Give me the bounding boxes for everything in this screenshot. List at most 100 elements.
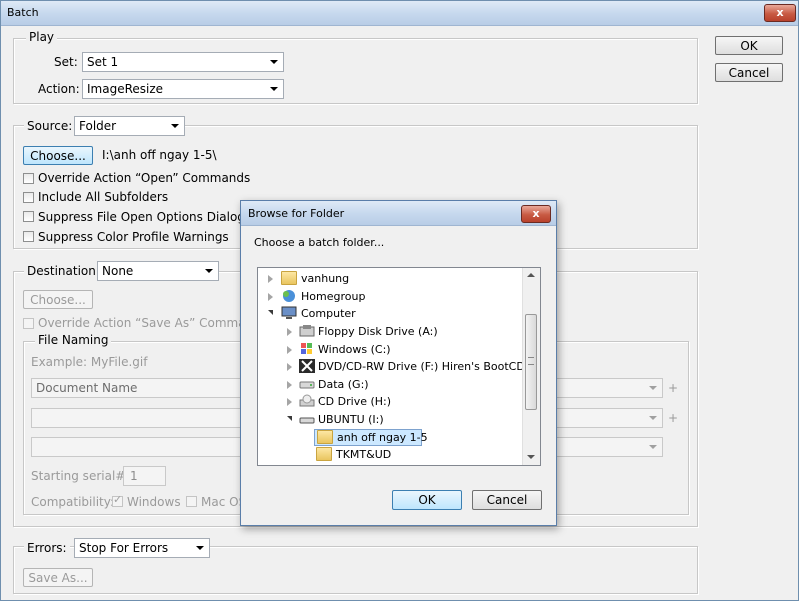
hard-drive-icon — [299, 377, 315, 391]
source-choose-button[interactable]: Choose... — [23, 146, 93, 165]
folder-icon — [317, 430, 333, 444]
dialog-close-button[interactable]: x — [521, 205, 551, 223]
file-naming-legend: File Naming — [35, 333, 112, 347]
tree-item-label: Homegroup — [301, 290, 366, 303]
close-button[interactable]: x — [764, 4, 796, 22]
close-icon: x — [532, 207, 540, 220]
include-subfolders-label: Include All Subfolders — [38, 190, 169, 204]
close-icon: x — [776, 6, 784, 19]
suppress-color-warnings-label: Suppress Color Profile Warnings — [38, 230, 229, 244]
dialog-title-bar[interactable]: Browse for Folder x — [241, 201, 556, 226]
tree-item-anh-off-ngay[interactable]: anh off ngay 1-5 — [314, 429, 428, 446]
action-select[interactable]: ImageResize — [82, 79, 284, 99]
scrollbar-thumb[interactable] — [525, 314, 537, 410]
dvd-drive-icon — [299, 359, 315, 373]
action-label: Action: — [38, 82, 80, 96]
save-as-button[interactable]: Save As... — [23, 568, 93, 587]
chevron-down-icon — [649, 416, 657, 420]
checkmark-icon: ✓ — [113, 493, 123, 506]
expand-icon[interactable] — [287, 398, 292, 406]
tree-item-label: Data (G:) — [318, 378, 369, 391]
override-open-label: Override Action “Open” Commands — [38, 171, 251, 185]
errors-value: Stop For Errors — [79, 541, 169, 555]
usb-drive-icon — [299, 412, 315, 426]
scroll-down-icon[interactable] — [527, 455, 535, 459]
set-select[interactable]: Set 1 — [82, 52, 284, 72]
suppress-open-dialogs-checkbox[interactable] — [23, 211, 34, 222]
starting-serial-label: Starting serial#: — [31, 469, 130, 483]
ok-button[interactable]: OK — [715, 36, 783, 55]
play-legend: Play — [26, 30, 58, 44]
override-open-checkbox[interactable] — [23, 173, 34, 184]
naming-field-1-value: Document Name — [36, 381, 138, 395]
user-folder-icon — [281, 271, 297, 285]
file-naming-example: Example: MyFile.gif — [31, 355, 148, 369]
tree-item-label: Windows (C:) — [318, 343, 391, 356]
windows-label: Windows — [127, 495, 181, 509]
action-value: ImageResize — [87, 82, 164, 96]
tree-item-label: Computer — [301, 307, 356, 320]
source-value: Folder — [79, 119, 117, 133]
collapse-icon[interactable] — [287, 416, 292, 421]
mac-os-checkbox[interactable] — [186, 496, 197, 507]
folder-icon — [316, 447, 332, 461]
dialog-prompt: Choose a batch folder... — [254, 236, 385, 249]
expand-icon[interactable] — [268, 275, 273, 283]
tree-scrollbar[interactable] — [522, 268, 540, 465]
tree-item-label: Floppy Disk Drive (A:) — [318, 325, 438, 338]
dialog-ok-button[interactable]: OK — [392, 490, 462, 510]
suppress-open-dialogs-label: Suppress File Open Options Dialogs — [38, 210, 252, 224]
tree-item-label: CD Drive (H:) — [318, 395, 392, 408]
source-select[interactable]: Folder — [74, 116, 185, 136]
expand-icon[interactable] — [287, 346, 292, 354]
source-label: Source: — [24, 119, 76, 133]
destination-label: Destination: — [24, 264, 103, 278]
chevron-down-icon — [205, 269, 213, 273]
window-title: Batch — [7, 6, 39, 19]
grip-icon — [528, 357, 534, 365]
expand-icon[interactable] — [287, 381, 292, 389]
include-subfolders-checkbox[interactable] — [23, 192, 34, 203]
chevron-down-icon — [171, 124, 179, 128]
source-path: I:\anh off ngay 1-5\ — [102, 148, 217, 162]
expand-icon[interactable] — [287, 363, 292, 371]
destination-value: None — [102, 264, 134, 278]
errors-label: Errors: — [24, 541, 70, 555]
tree-item-label: TKMT&UD — [336, 448, 392, 461]
collapse-icon[interactable] — [268, 310, 273, 315]
floppy-drive-icon — [299, 324, 315, 338]
windows-checkbox[interactable]: ✓ — [112, 493, 123, 507]
compatibility-label: Compatibility: — [31, 495, 115, 509]
chevron-down-icon — [196, 546, 204, 550]
chevron-down-icon — [649, 445, 657, 449]
title-bar[interactable]: Batch x — [1, 1, 798, 26]
set-value: Set 1 — [87, 55, 119, 69]
chevron-down-icon — [649, 386, 657, 390]
set-label: Set: — [54, 55, 78, 69]
plus-icon: + — [668, 411, 679, 425]
destination-select[interactable]: None — [97, 261, 219, 281]
scroll-up-icon[interactable] — [527, 273, 535, 277]
tree-item-label: anh off ngay 1-5 — [337, 431, 428, 444]
windows-drive-icon — [299, 342, 315, 356]
computer-icon — [281, 306, 297, 320]
dialog-title: Browse for Folder — [248, 207, 345, 220]
expand-icon[interactable] — [268, 293, 273, 301]
folder-tree[interactable]: vanhung Homegroup Computer Floppy Disk D… — [257, 267, 541, 466]
override-save-as-label: Override Action “Save As” Commands — [38, 316, 268, 330]
cd-drive-icon — [299, 394, 315, 408]
suppress-color-warnings-checkbox[interactable] — [23, 231, 34, 242]
starting-serial-input[interactable]: 1 — [123, 466, 166, 486]
override-save-as-checkbox[interactable] — [23, 318, 34, 329]
errors-select[interactable]: Stop For Errors — [74, 538, 210, 558]
expand-icon[interactable] — [287, 328, 292, 336]
chevron-down-icon — [270, 60, 278, 64]
chevron-down-icon — [270, 87, 278, 91]
plus-icon: + — [668, 381, 679, 395]
tree-item-label: vanhung — [301, 272, 350, 285]
cancel-button[interactable]: Cancel — [715, 63, 783, 82]
homegroup-icon — [281, 289, 297, 303]
dialog-cancel-button[interactable]: Cancel — [472, 490, 542, 510]
destination-choose-button[interactable]: Choose... — [23, 290, 93, 309]
tree-item-label: UBUNTU (I:) — [318, 413, 384, 426]
